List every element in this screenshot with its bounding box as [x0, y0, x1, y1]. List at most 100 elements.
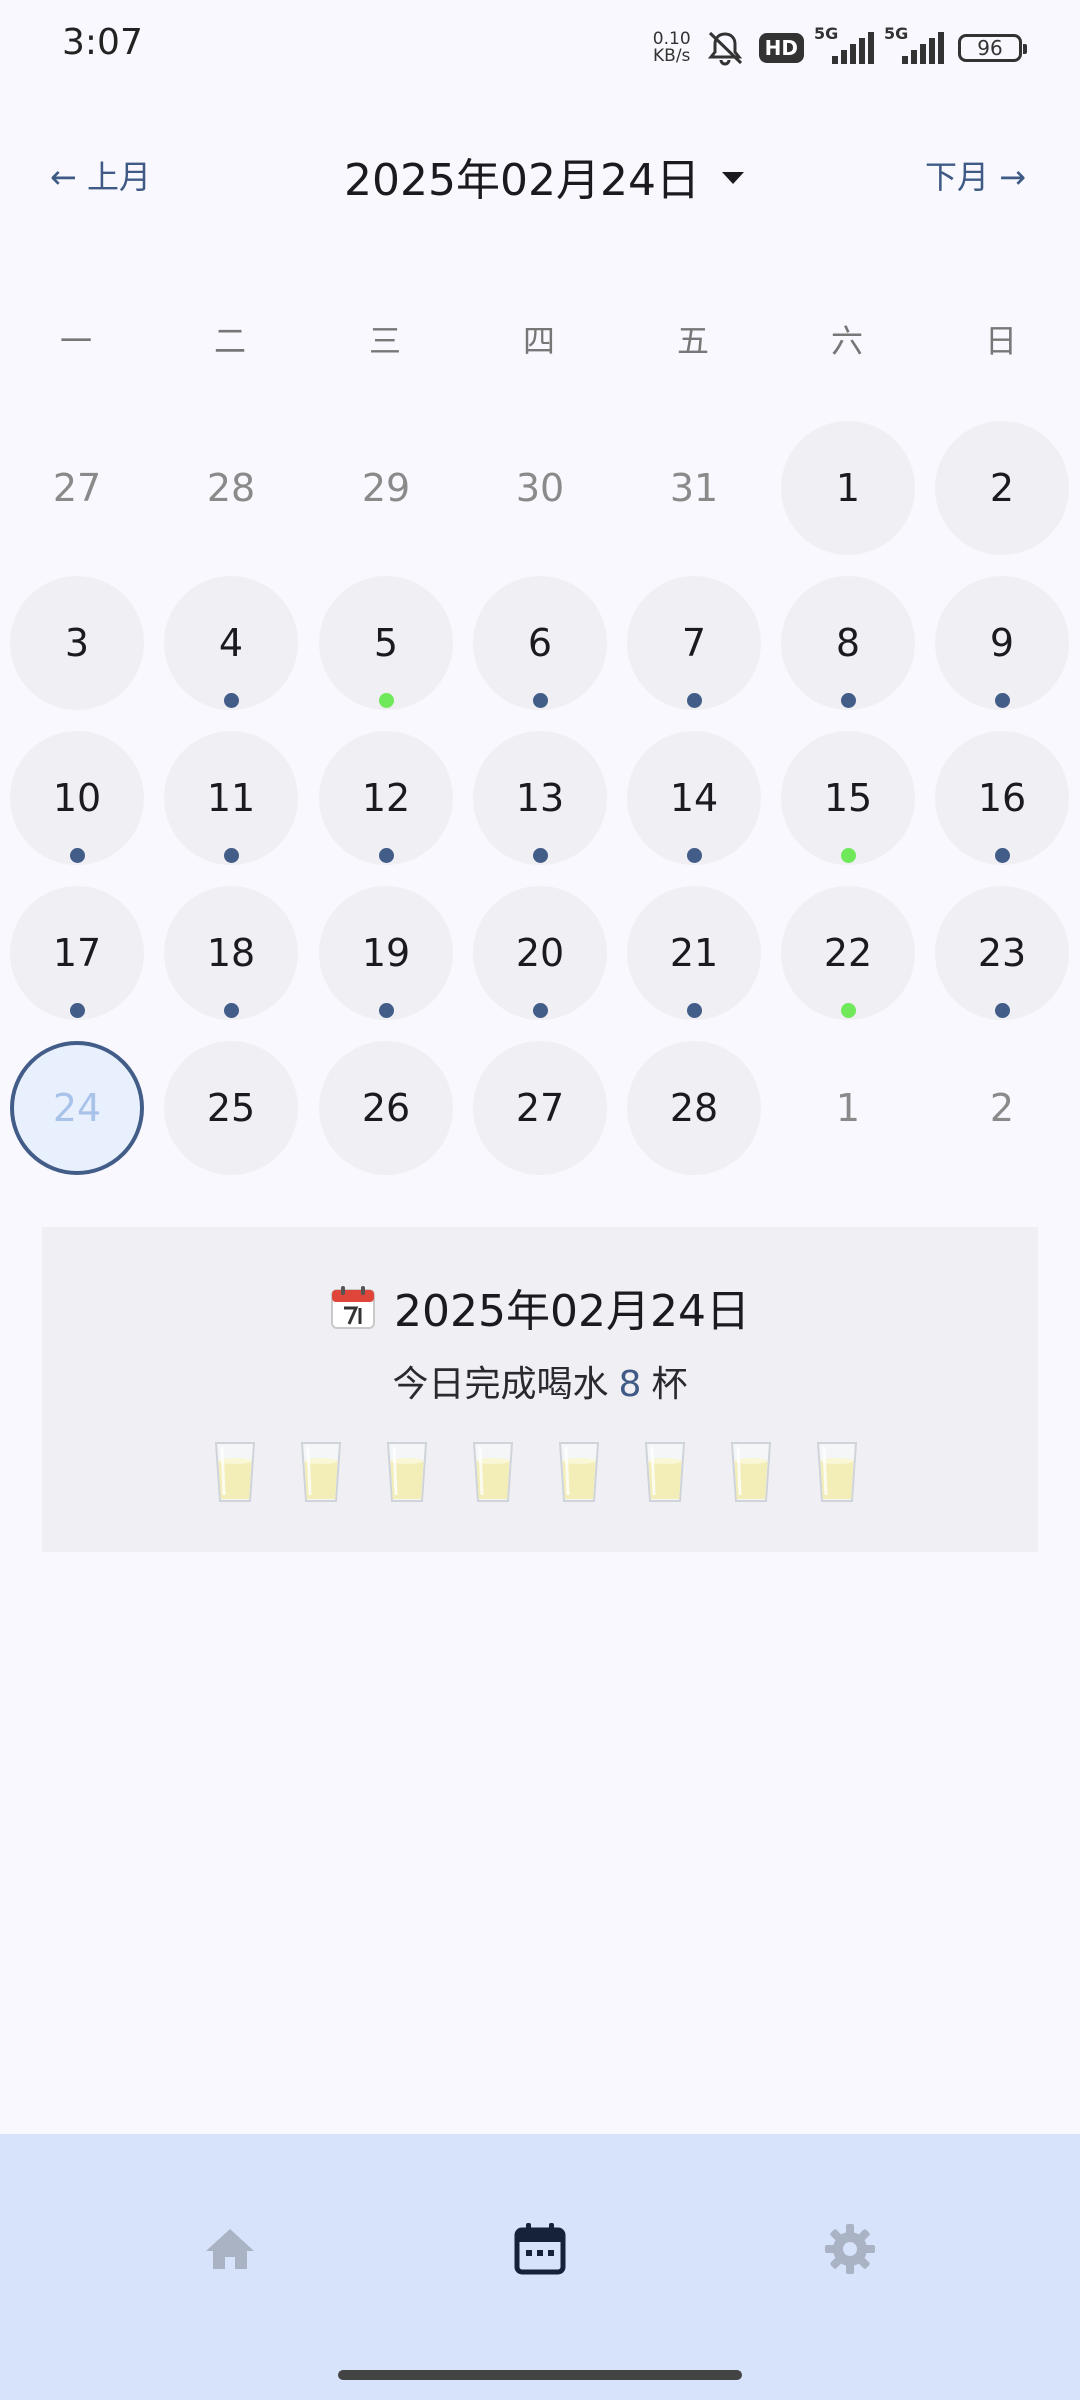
day-number: 1 [835, 466, 861, 510]
calendar-day-selected[interactable]: 24 [10, 1041, 144, 1175]
calendar-day[interactable]: 20 [473, 886, 607, 1020]
weekday-label: 五 [676, 322, 709, 360]
calendar-day[interactable]: 1 [781, 421, 915, 555]
month-header: ← 上月 2025年02月24日 下月 → [0, 140, 1080, 210]
weekday-label: 日 [984, 322, 1017, 360]
next-month-button[interactable]: 下月 → [925, 152, 1026, 198]
signal-icon: 5G [884, 24, 944, 64]
day-number: 2 [989, 1086, 1015, 1130]
day-number: 31 [669, 466, 719, 510]
prev-month-button[interactable]: ← 上月 [50, 152, 151, 198]
calendar-day[interactable]: 27 [473, 1041, 607, 1175]
home-icon [206, 2229, 254, 2269]
calendar-day[interactable]: 19 [319, 886, 453, 1020]
calendar-day[interactable]: 16 [935, 731, 1069, 865]
record-dot [687, 848, 702, 863]
day-number: 12 [361, 776, 411, 820]
day-number: 2 [989, 466, 1015, 510]
record-dot [533, 693, 548, 708]
day-number: 30 [515, 466, 565, 510]
calendar-day[interactable]: 1 [781, 1041, 915, 1175]
milk-glass-icon [300, 1442, 342, 1502]
calendar-day[interactable]: 13 [473, 731, 607, 865]
calendar-day[interactable]: 31 [627, 421, 761, 555]
status-icons: 0.10 KB/s HD 5G 5G 96 [653, 24, 1027, 72]
day-number: 7 [681, 621, 707, 665]
milk-glass-icon [472, 1442, 514, 1502]
calendar-day[interactable]: 10 [10, 731, 144, 865]
day-number: 24 [52, 1086, 102, 1130]
calendar-day[interactable]: 28 [627, 1041, 761, 1175]
calendar-day[interactable]: 7 [627, 576, 761, 710]
record-dot [379, 1003, 394, 1018]
calendar-day[interactable]: 28 [164, 421, 298, 555]
goal-met-dot [841, 1003, 856, 1018]
summary-date: 2025年02月24日 [42, 1275, 1038, 1339]
summary-date-label: 2025年02月24日 [394, 1286, 750, 1337]
calendar-day[interactable]: 18 [164, 886, 298, 1020]
calendar-day[interactable]: 5 [319, 576, 453, 710]
calendar-day[interactable]: 9 [935, 576, 1069, 710]
record-dot [533, 1003, 548, 1018]
weekday-header: 一 二 三 四 五 六 日 [0, 304, 1080, 374]
calendar-day[interactable]: 23 [935, 886, 1069, 1020]
calendar-day[interactable]: 30 [473, 421, 607, 555]
calendar-day[interactable]: 26 [319, 1041, 453, 1175]
day-number: 18 [206, 931, 256, 975]
goal-met-dot [379, 693, 394, 708]
day-number: 28 [669, 1086, 719, 1130]
status-bar: 3:07 0.10 KB/s HD 5G 5G 96 [0, 0, 1080, 96]
day-number: 10 [52, 776, 102, 820]
calendar-day[interactable]: 25 [164, 1041, 298, 1175]
calendar-icon [514, 2223, 566, 2275]
home-indicator[interactable] [338, 2370, 742, 2380]
day-number: 27 [52, 466, 102, 510]
milk-glass-icon [816, 1442, 858, 1502]
nav-calendar[interactable] [505, 2214, 575, 2284]
record-dot [995, 848, 1010, 863]
caret-down-icon [721, 172, 744, 184]
nav-settings[interactable] [815, 2214, 885, 2284]
cups-row [212, 1439, 860, 1505]
calendar-day[interactable]: 21 [627, 886, 761, 1020]
day-number: 28 [206, 466, 256, 510]
calendar-day[interactable]: 29 [319, 421, 453, 555]
battery-level: 96 [977, 36, 1003, 60]
record-dot [687, 1003, 702, 1018]
calendar-day[interactable]: 2 [935, 421, 1069, 555]
calendar-day[interactable]: 8 [781, 576, 915, 710]
calendar-day[interactable]: 17 [10, 886, 144, 1020]
calendar-day[interactable]: 12 [319, 731, 453, 865]
settings-icon [825, 2224, 875, 2274]
water-count-number: 8 [618, 1364, 642, 1405]
weekday-label: 四 [522, 322, 555, 360]
day-number: 1 [835, 1086, 861, 1130]
calendar-day[interactable]: 11 [164, 731, 298, 865]
calendar-day[interactable]: 2 [935, 1041, 1069, 1175]
calendar-day[interactable]: 3 [10, 576, 144, 710]
water-count-suffix: 杯 [651, 1364, 688, 1405]
nav-home[interactable] [195, 2214, 265, 2284]
calendar-day[interactable]: 14 [627, 731, 761, 865]
date-picker-button[interactable]: 2025年02月24日 [344, 144, 744, 208]
day-number: 14 [669, 776, 719, 820]
day-number: 22 [823, 931, 873, 975]
weekday-label: 二 [213, 322, 246, 360]
milk-glass-icon [386, 1442, 428, 1502]
day-number: 21 [669, 931, 719, 975]
mute-icon [705, 30, 745, 66]
milk-glass-icon [644, 1442, 686, 1502]
status-time: 3:07 [62, 22, 143, 63]
calendar-day[interactable]: 22 [781, 886, 915, 1020]
calendar-day[interactable]: 4 [164, 576, 298, 710]
calendar-day[interactable]: 6 [473, 576, 607, 710]
day-number: 20 [515, 931, 565, 975]
calendar-day[interactable]: 27 [10, 421, 144, 555]
day-number: 25 [206, 1086, 256, 1130]
network-speed: 0.10 KB/s [653, 31, 691, 65]
record-dot [224, 693, 239, 708]
calendar-icon [331, 1286, 376, 1329]
calendar-day[interactable]: 15 [781, 731, 915, 865]
goal-met-dot [841, 848, 856, 863]
weekday-label: 一 [59, 322, 92, 360]
